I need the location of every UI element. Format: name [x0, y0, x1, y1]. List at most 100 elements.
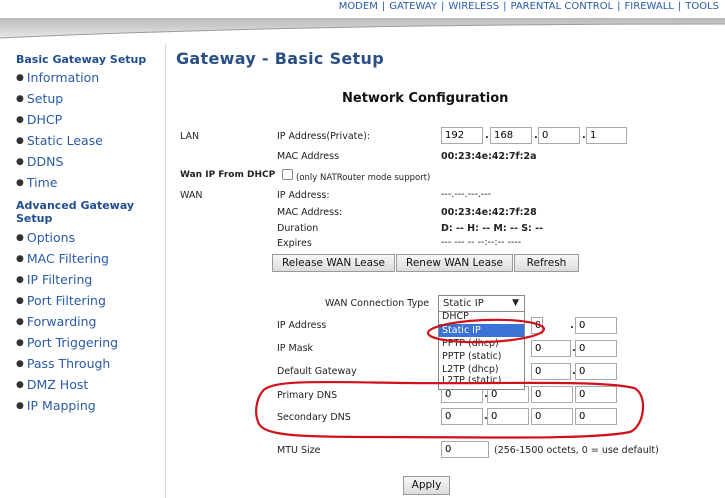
sidebar-item-label: Information — [26, 70, 100, 85]
dropdown-option-l2tp-static[interactable]: L2TP (static) — [439, 376, 524, 385]
sidebar-item-mac-filtering[interactable]: ● MAC Filtering — [0, 248, 165, 269]
wan-label: WAN — [180, 190, 203, 201]
sidebar-item-label: Time — [26, 175, 58, 190]
ip-mask-octet-3[interactable] — [531, 340, 571, 357]
ip-mask-octet-4[interactable] — [575, 340, 617, 357]
renew-wan-lease-button[interactable]: Renew WAN Lease — [396, 254, 513, 272]
wan-connection-type-value: Static IP — [443, 298, 484, 309]
dropdown-option-dhcp[interactable]: DHCP — [439, 312, 524, 321]
wan-ip-label: IP Address: — [277, 190, 330, 201]
sidebar-item-dmz-host[interactable]: ● DMZ Host — [0, 374, 165, 395]
sidebar-item-label: IP Mapping — [26, 398, 96, 413]
wan-ip-value: ---.---.---.--- — [441, 189, 492, 200]
nav-wireless[interactable]: WIRELESS — [448, 1, 499, 12]
wan-duration-label: Duration — [277, 223, 319, 234]
secondary-dns-label: Secondary DNS — [277, 412, 351, 423]
sidebar: Basic Gateway Setup ● Information ● Setup … — [0, 44, 166, 498]
refresh-button[interactable]: Refresh — [514, 254, 579, 272]
primary-dns-octet-3[interactable] — [531, 386, 573, 403]
octet-separator: . — [485, 130, 489, 141]
primary-dns-label: Primary DNS — [277, 390, 338, 401]
lan-ip-octet-2[interactable] — [490, 127, 532, 144]
lan-ip-label: IP Address(Private): — [277, 131, 371, 142]
sidebar-item-label: DHCP — [26, 112, 63, 127]
header-swoosh — [0, 18, 725, 39]
wan-duration-value: D: -- H: -- M: -- S: -- — [441, 223, 544, 234]
nav-parental-control[interactable]: PARENTAL CONTROL — [510, 1, 613, 12]
dropdown-option-static-ip[interactable]: Static IP — [439, 324, 524, 337]
secondary-dns-octet-4[interactable] — [575, 408, 617, 425]
dropdown-option-l2tp-dhcp[interactable]: L2TP (dhcp) — [439, 363, 524, 376]
wan-expires-value: --- --- -- --:--:-- ---- — [441, 237, 522, 248]
mtu-size-label: MTU Size — [277, 445, 321, 456]
static-ip-octet-4[interactable] — [575, 317, 617, 334]
sidebar-item-dhcp[interactable]: ● DHCP — [0, 109, 165, 130]
sidebar-section-basic: Basic Gateway Setup — [16, 53, 147, 66]
sidebar-section-advanced: Advanced Gateway Setup — [16, 199, 135, 225]
nav-tools[interactable]: TOOLS — [685, 1, 719, 12]
wan-dhcp-note: (only NATRouter mode support) — [296, 173, 431, 183]
static-ip-address-label: IP Address — [277, 320, 327, 331]
sidebar-item-static-lease[interactable]: ● Static Lease — [0, 130, 165, 151]
apply-button[interactable]: Apply — [403, 476, 450, 495]
sidebar-item-label: DMZ Host — [26, 377, 89, 392]
wan-dhcp-label: Wan IP From DHCP — [180, 170, 276, 180]
nav-separator: | — [677, 1, 682, 12]
sidebar-item-label: Static Lease — [26, 133, 103, 148]
nav-separator: | — [440, 1, 445, 12]
wan-mac-label: MAC Address: — [277, 207, 343, 218]
lan-ip-octet-3[interactable] — [538, 127, 580, 144]
primary-dns-octet-4[interactable] — [575, 386, 617, 403]
sidebar-item-label: Options — [26, 230, 76, 245]
wan-connection-type-select[interactable]: Static IP ▼ — [438, 295, 525, 312]
sidebar-item-information[interactable]: ● Information — [0, 67, 165, 88]
secondary-dns-octet-1[interactable] — [441, 408, 483, 425]
mtu-size-note: (256-1500 octets, 0 = use default) — [494, 445, 659, 456]
wan-connection-type-dropdown[interactable]: DHCP Static IP PPTP (dhcp) PPTP (static)… — [438, 311, 525, 390]
sidebar-item-ddns[interactable]: ● DDNS — [0, 151, 165, 172]
lan-ip-octet-1[interactable] — [441, 127, 483, 144]
static-ip-octet-3[interactable] — [531, 317, 543, 334]
sidebar-item-ip-mapping[interactable]: ● IP Mapping — [0, 395, 165, 416]
nav-gateway[interactable]: GATEWAY — [389, 1, 437, 12]
nav-separator: | — [381, 1, 386, 12]
page-title: Gateway - Basic Setup — [176, 49, 384, 68]
gateway-octet-3[interactable] — [531, 363, 571, 380]
dropdown-option-pptp-static[interactable]: PPTP (static) — [439, 350, 524, 363]
lan-mac-label: MAC Address — [277, 151, 340, 162]
sidebar-item-time[interactable]: ● Time — [0, 172, 165, 193]
section-title: Network Configuration — [342, 91, 509, 106]
secondary-dns-octet-3[interactable] — [531, 408, 573, 425]
sidebar-item-label: Port Triggering — [26, 335, 119, 350]
wan-mac-value: 00:23:4e:42:7f:28 — [441, 207, 537, 218]
default-gateway-label: Default Gateway — [277, 366, 357, 377]
nav-separator: | — [503, 1, 507, 12]
sidebar-item-forwarding[interactable]: ● Forwarding — [0, 311, 165, 332]
ip-mask-label: IP Mask — [277, 343, 314, 354]
sidebar-item-port-triggering[interactable]: ● Port Triggering — [0, 332, 165, 353]
sidebar-item-options[interactable]: ● Options — [0, 227, 165, 248]
sidebar-item-label: DDNS — [26, 154, 64, 169]
sidebar-item-setup[interactable]: ● Setup — [0, 88, 165, 109]
secondary-dns-octet-2[interactable] — [487, 408, 529, 425]
nav-separator: | — [617, 1, 621, 12]
lan-ip-octet-4[interactable] — [586, 127, 627, 144]
sidebar-item-label: Setup — [26, 91, 64, 106]
sidebar-item-label: MAC Filtering — [26, 251, 109, 266]
gateway-octet-4[interactable] — [575, 363, 617, 380]
chevron-down-icon: ▼ — [512, 298, 519, 308]
nav-modem[interactable]: MODEM — [339, 1, 378, 12]
sidebar-item-label: Forwarding — [26, 314, 97, 329]
release-wan-lease-button[interactable]: Release WAN Lease — [272, 254, 395, 272]
lan-label: LAN — [180, 131, 200, 142]
sidebar-item-pass-through[interactable]: ● Pass Through — [0, 353, 165, 374]
sidebar-item-ip-filtering[interactable]: ● IP Filtering — [0, 269, 165, 290]
nav-firewall[interactable]: FIREWALL — [625, 1, 674, 12]
dropdown-option-pptp-dhcp[interactable]: PPTP (dhcp) — [439, 337, 524, 350]
sidebar-item-port-filtering[interactable]: ● Port Filtering — [0, 290, 165, 311]
mtu-size-input[interactable] — [441, 441, 489, 458]
wan-dhcp-checkbox[interactable] — [282, 169, 293, 180]
sidebar-item-label: Port Filtering — [26, 293, 106, 308]
lan-mac-value: 00:23:4e:42:7f:2a — [441, 151, 537, 162]
wan-expires-label: Expires — [277, 238, 312, 249]
